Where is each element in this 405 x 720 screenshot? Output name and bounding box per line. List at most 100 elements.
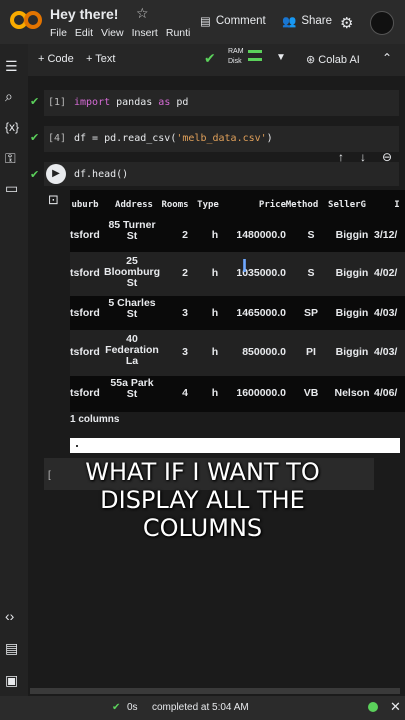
colab-ai-label: Colab AI bbox=[318, 54, 360, 66]
elapsed-time: 0s bbox=[127, 702, 138, 713]
command-palette-icon[interactable]: ▤ bbox=[5, 640, 18, 657]
cell-date: 4/03/ bbox=[374, 346, 398, 358]
cell-price: 1480000.0 bbox=[236, 229, 286, 241]
cell-suburb: tsford bbox=[70, 229, 100, 241]
cell-2-code[interactable]: df = pd.read_csv('melb_data.csv') bbox=[74, 133, 273, 144]
run-cell-button[interactable]: ▶ bbox=[46, 164, 66, 184]
share-icon: 👥 bbox=[282, 16, 297, 28]
share-label: Share bbox=[301, 15, 333, 27]
notebook-title[interactable]: Hey there! bbox=[50, 6, 118, 22]
menu-view[interactable]: View bbox=[101, 27, 124, 39]
cell-1-code[interactable]: import pandas as pd bbox=[74, 97, 188, 108]
cell-address: 5 Charles St bbox=[108, 297, 156, 320]
disk-bar bbox=[248, 58, 262, 61]
cell-address: 55a Park St bbox=[110, 377, 154, 400]
secrets-key-icon[interactable]: ⚿ bbox=[5, 150, 16, 167]
table-row: tsford 25 Bloomburg St 2 h 1035000.0 S B… bbox=[70, 252, 405, 296]
columns-info: 1 columns bbox=[70, 414, 120, 425]
cell-sellerg: Nelson bbox=[334, 387, 370, 399]
colab-logo[interactable] bbox=[10, 10, 42, 30]
cell-sellerg: Biggin bbox=[335, 267, 369, 279]
cell-2-exec-count: [4] bbox=[48, 133, 67, 144]
cell-method: S bbox=[307, 267, 315, 279]
cell-3-success-icon: ✔ bbox=[30, 169, 40, 181]
menu-bar: File Edit View Insert Runti bbox=[50, 27, 190, 39]
close-icon[interactable]: ✕ bbox=[390, 699, 401, 715]
horizontal-scrollbar[interactable] bbox=[70, 438, 400, 453]
cell-rooms: 4 bbox=[182, 387, 188, 399]
cell-3-code[interactable]: df.head() bbox=[74, 169, 128, 180]
top-header: Hey there! ☆ File Edit View Insert Runti… bbox=[0, 0, 405, 44]
completed-text: completed at 5:04 AM bbox=[152, 702, 249, 713]
connected-check-icon: ✔ bbox=[204, 50, 216, 66]
cell-method: PI bbox=[306, 346, 316, 358]
menu-insert[interactable]: Insert bbox=[132, 27, 158, 39]
table-row: tsford 5 Charles St 3 h 1465000.0 SP Big… bbox=[70, 296, 405, 330]
cell-suburb: tsford bbox=[70, 307, 100, 319]
cell-sellerg: Biggin bbox=[335, 229, 369, 241]
output-actions-icon[interactable]: ⊡ bbox=[48, 192, 59, 208]
cell-rooms: 3 bbox=[182, 346, 188, 358]
avatar[interactable] bbox=[370, 11, 394, 35]
cell-sellerg: Biggin bbox=[335, 346, 369, 358]
cell-date: 4/02/ bbox=[374, 267, 398, 279]
status-check-icon: ✔ bbox=[112, 702, 121, 713]
cell-date: 4/03/ bbox=[374, 307, 398, 319]
files-folder-icon[interactable]: ▭ bbox=[5, 180, 18, 197]
cell-date: 3/12/ bbox=[374, 229, 398, 241]
add-text-button[interactable]: + Text bbox=[86, 53, 115, 65]
cell-rooms: 3 bbox=[182, 307, 188, 319]
left-sidebar: ☰ ⌕ {x} ⚿ ▭ ‹› ▤ ▣ bbox=[0, 44, 28, 696]
table-row: tsford 85 Turner St 2 h 1480000.0 S Bigg… bbox=[70, 218, 405, 252]
cell-address: 85 Turner St bbox=[108, 219, 156, 242]
table-row: tsford 55a Park St 4 h 1600000.0 VB Nels… bbox=[70, 376, 405, 412]
resource-monitor[interactable]: RAM Disk bbox=[228, 47, 244, 67]
page-scrollbar[interactable] bbox=[30, 688, 400, 694]
cell-date: 4/06/ bbox=[374, 387, 398, 399]
table-row: tsford 40 Federation La 3 h 850000.0 PI … bbox=[70, 330, 405, 376]
collapse-icon[interactable]: ⌃ bbox=[382, 51, 392, 65]
dataframe-output: uburb Address Rooms Type Price Method Se… bbox=[70, 190, 405, 412]
table-header-row: uburb Address Rooms Type Price Method Se… bbox=[70, 200, 405, 212]
share-button[interactable]: 👥 Share bbox=[282, 14, 332, 28]
video-caption: WHAT IF I WANT TO DISPLAY ALL THE COLUMN… bbox=[85, 458, 320, 542]
gear-icon[interactable]: ⚙ bbox=[340, 14, 353, 32]
cell-suburb: tsford bbox=[70, 387, 100, 399]
header-method: Method bbox=[285, 200, 319, 210]
header-price: Price bbox=[258, 200, 286, 210]
cell-method: S bbox=[307, 229, 315, 241]
comment-button[interactable]: ▤ Comment bbox=[200, 14, 266, 28]
cell-rooms: 2 bbox=[182, 229, 188, 241]
chevron-down-icon[interactable]: ▼ bbox=[276, 52, 286, 63]
header-date: I bbox=[394, 200, 400, 210]
ram-label: RAM bbox=[228, 48, 244, 55]
menu-edit[interactable]: Edit bbox=[75, 27, 93, 39]
table-of-contents-icon[interactable]: ☰ bbox=[5, 58, 18, 75]
code-snippets-icon[interactable]: ‹› bbox=[5, 608, 14, 624]
cell-rooms: 2 bbox=[182, 267, 188, 279]
cell-suburb: tsford bbox=[70, 267, 100, 279]
menu-runtime[interactable]: Runti bbox=[166, 27, 191, 39]
terminal-icon[interactable]: ▣ bbox=[5, 672, 18, 689]
cell-price: 1600000.0 bbox=[236, 387, 286, 399]
colab-ai-button[interactable]: ⊛ Colab AI bbox=[306, 53, 360, 66]
cell-1-exec-count: [1] bbox=[48, 97, 67, 108]
menu-file[interactable]: File bbox=[50, 27, 67, 39]
cell-address: 40 Federation La bbox=[105, 333, 159, 367]
status-bar: ✔ 0s completed at 5:04 AM ✕ bbox=[0, 696, 405, 720]
header-sellerg: SellerG bbox=[328, 200, 366, 210]
notebook-toolbar: + Code + Text ✔ RAM Disk ▼ ⊛ Colab AI ⌃ bbox=[0, 44, 405, 77]
search-icon[interactable]: ⌕ bbox=[5, 88, 13, 105]
cell-method: SP bbox=[303, 307, 318, 319]
text-cursor-icon: I bbox=[242, 256, 248, 276]
cell-price: 1035000.0 bbox=[236, 267, 286, 279]
add-code-button[interactable]: + Code bbox=[38, 53, 74, 65]
cell-address: 25 Bloomburg St bbox=[104, 255, 160, 289]
comment-label: Comment bbox=[215, 15, 266, 27]
header-address: Address bbox=[115, 200, 153, 210]
comment-icon: ▤ bbox=[200, 16, 211, 28]
disk-label: Disk bbox=[228, 58, 242, 65]
variables-icon[interactable]: {x} bbox=[5, 120, 19, 134]
star-icon[interactable]: ☆ bbox=[136, 5, 149, 22]
header-rooms: Rooms bbox=[161, 200, 189, 210]
